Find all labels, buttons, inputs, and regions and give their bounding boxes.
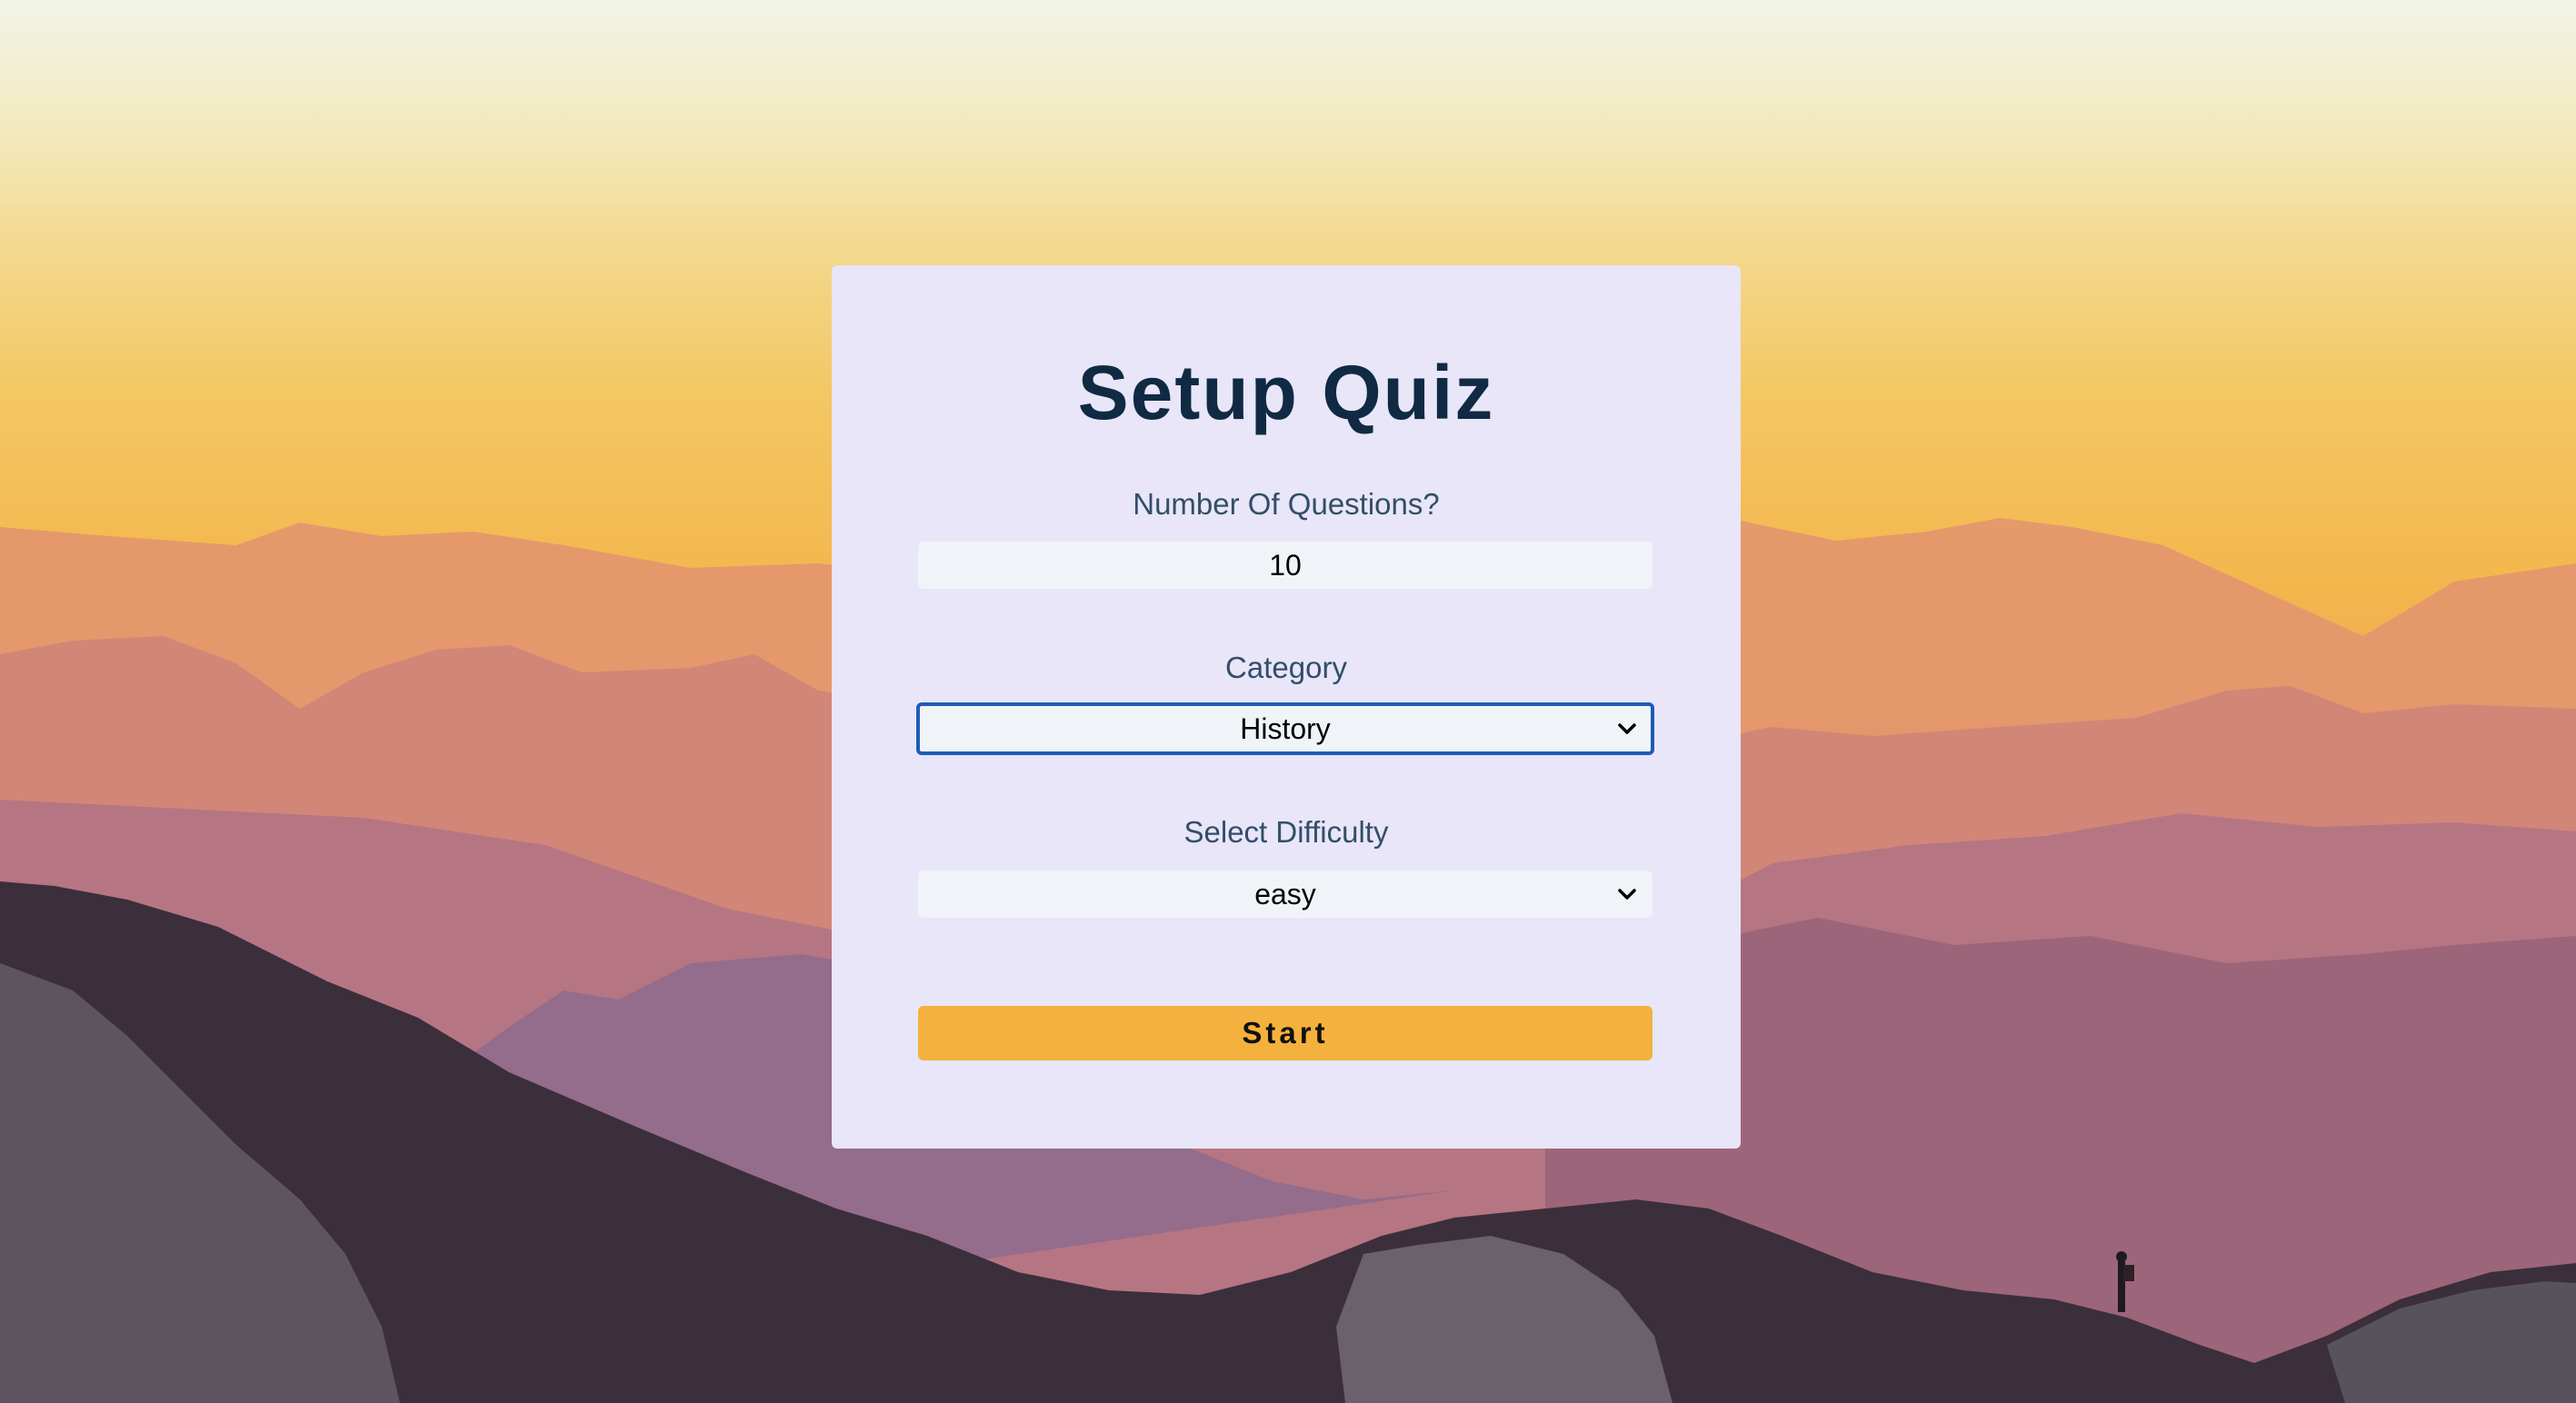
category-selected-value: History [1240,711,1331,745]
chevron-down-icon [1618,889,1636,900]
difficulty-select[interactable]: easy [918,871,1652,918]
quiz-setup-screen: Setup Quiz Number Of Questions? 10 Categ… [0,0,2576,1403]
difficulty-selected-value: easy [1254,877,1316,910]
page-title: Setup Quiz [1077,350,1495,435]
amount-input[interactable]: 10 [918,542,1652,589]
start-button[interactable]: Start [918,1006,1652,1060]
amount-value: 10 [1269,548,1302,582]
difficulty-label: Select Difficulty [1183,815,1389,849]
category-label: Category [1225,651,1347,684]
quiz-setup-card: Setup Quiz Number Of Questions? 10 Categ… [832,265,1741,1149]
chevron-down-icon [1618,723,1636,734]
amount-label: Number Of Questions? [1133,487,1440,521]
category-select[interactable]: History [916,702,1654,755]
